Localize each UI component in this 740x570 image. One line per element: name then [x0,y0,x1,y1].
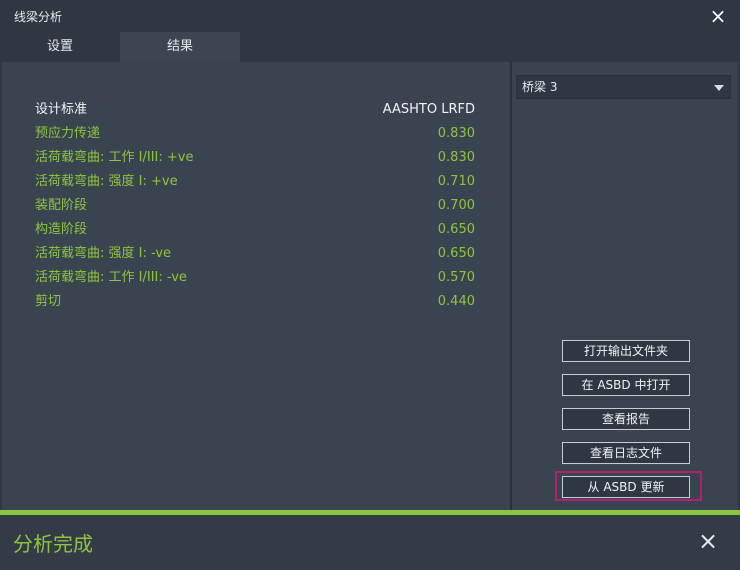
result-row: 剪切 0.440 [35,292,475,316]
title-bar: 线梁分析 × [0,0,740,32]
result-label: 构造阶段 [35,222,88,237]
window-title: 线梁分析 [14,10,63,24]
tab-bar: 设置 结果 [0,32,740,62]
result-value: 0.700 [437,198,475,213]
result-value: 0.830 [437,150,475,165]
result-row: 活荷载弯曲: 工作 I/III: -ve 0.570 [35,268,475,292]
result-row: 活荷载弯曲: 强度 I: -ve 0.650 [35,244,475,268]
result-row: 活荷载弯曲: 强度 I: +ve 0.710 [35,172,475,196]
result-label: 活荷载弯曲: 强度 I: -ve [35,246,172,261]
close-icon[interactable]: × [708,5,728,27]
design-standard-value: AASHTO LRFD [382,102,475,117]
result-value: 0.650 [437,222,475,237]
result-row: 活荷载弯曲: 工作 I/III: +ve 0.830 [35,148,475,172]
result-row: 构造阶段 0.650 [35,220,475,244]
result-value: 0.570 [437,270,475,285]
result-label: 活荷载弯曲: 工作 I/III: -ve [35,270,187,285]
results-table: 设计标准 AASHTO LRFD 预应力传递 0.830 活荷载弯曲: 工作 I… [35,100,475,316]
design-standard-label: 设计标准 [35,102,88,117]
result-label: 活荷载弯曲: 工作 I/III: +ve [35,150,194,165]
result-label: 剪切 [35,294,62,309]
result-value: 0.710 [437,174,475,189]
close-icon[interactable]: × [696,527,720,555]
result-label: 预应力传递 [35,126,101,141]
tab-settings[interactable]: 设置 [0,32,120,62]
view-log-button[interactable]: 查看日志文件 [562,442,690,464]
result-value: 0.830 [437,126,475,141]
update-from-asbd-button[interactable]: 从 ASBD 更新 [562,476,690,498]
open-in-asbd-button[interactable]: 在 ASBD 中打开 [562,374,690,396]
view-report-button[interactable]: 查看报告 [562,408,690,430]
result-label: 装配阶段 [35,198,88,213]
result-value: 0.650 [437,246,475,261]
open-output-folder-button[interactable]: 打开输出文件夹 [562,340,690,362]
results-header-row: 设计标准 AASHTO LRFD [35,100,475,124]
chevron-down-icon [714,85,724,91]
girder-select-value: 桥梁 3 [522,80,558,94]
result-row: 预应力传递 0.830 [35,124,475,148]
status-bar: 分析完成 × [0,515,740,570]
tab-results[interactable]: 结果 [120,32,240,62]
result-value: 0.440 [437,294,475,309]
status-message: 分析完成 [13,532,93,556]
result-label: 活荷载弯曲: 强度 I: +ve [35,174,178,189]
girder-select[interactable]: 桥梁 3 [516,75,731,99]
result-row: 装配阶段 0.700 [35,196,475,220]
